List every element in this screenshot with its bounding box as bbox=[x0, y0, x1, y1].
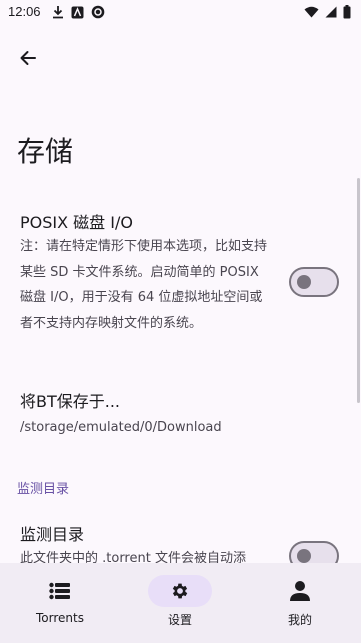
setting-save-location-title: 将BT保存于... bbox=[20, 392, 121, 411]
setting-save-location-value: /storage/emulated/0/Download bbox=[20, 420, 222, 435]
nav-label-settings: 设置 bbox=[167, 613, 192, 627]
posix-toggle[interactable] bbox=[289, 267, 339, 297]
back-button[interactable] bbox=[14, 44, 42, 72]
arrow-back-icon bbox=[20, 51, 36, 65]
status-bar: 12:06 bbox=[0, 0, 361, 26]
nav-label-torrents: Torrents bbox=[36, 611, 84, 625]
battery-icon bbox=[343, 5, 351, 19]
section-header-watch: 监测目录 bbox=[17, 482, 70, 497]
person-icon bbox=[284, 575, 316, 607]
app-notification-icon bbox=[71, 6, 84, 18]
setting-watch-title: 监测目录 bbox=[20, 525, 85, 544]
status-time: 12:06 bbox=[8, 4, 41, 19]
download-icon bbox=[53, 6, 63, 19]
signal-icon bbox=[325, 6, 337, 18]
setting-posix-title: POSIX 磁盘 I/O bbox=[20, 213, 133, 232]
nav-item-settings[interactable]: 设置 bbox=[120, 563, 240, 643]
gear-icon bbox=[164, 575, 196, 607]
toggle-thumb bbox=[297, 549, 311, 563]
list-icon bbox=[44, 575, 76, 607]
bottom-navigation: Torrents 设置 我的 bbox=[0, 563, 361, 643]
sync-icon bbox=[91, 5, 105, 19]
nav-item-profile[interactable]: 我的 bbox=[240, 563, 360, 643]
setting-posix-description: 注：请在特定情形下使用本选项，比如支持某些 SD 卡文件系统。启动简单的 POS… bbox=[20, 239, 268, 331]
scrollbar[interactable] bbox=[357, 178, 360, 403]
notification-icons bbox=[52, 5, 105, 19]
wifi-icon bbox=[304, 6, 319, 18]
system-icons bbox=[304, 5, 351, 19]
toggle-thumb bbox=[297, 275, 311, 289]
nav-item-torrents[interactable]: Torrents bbox=[0, 563, 120, 643]
page-title: 存储 bbox=[17, 135, 74, 168]
nav-label-profile: 我的 bbox=[287, 613, 312, 627]
